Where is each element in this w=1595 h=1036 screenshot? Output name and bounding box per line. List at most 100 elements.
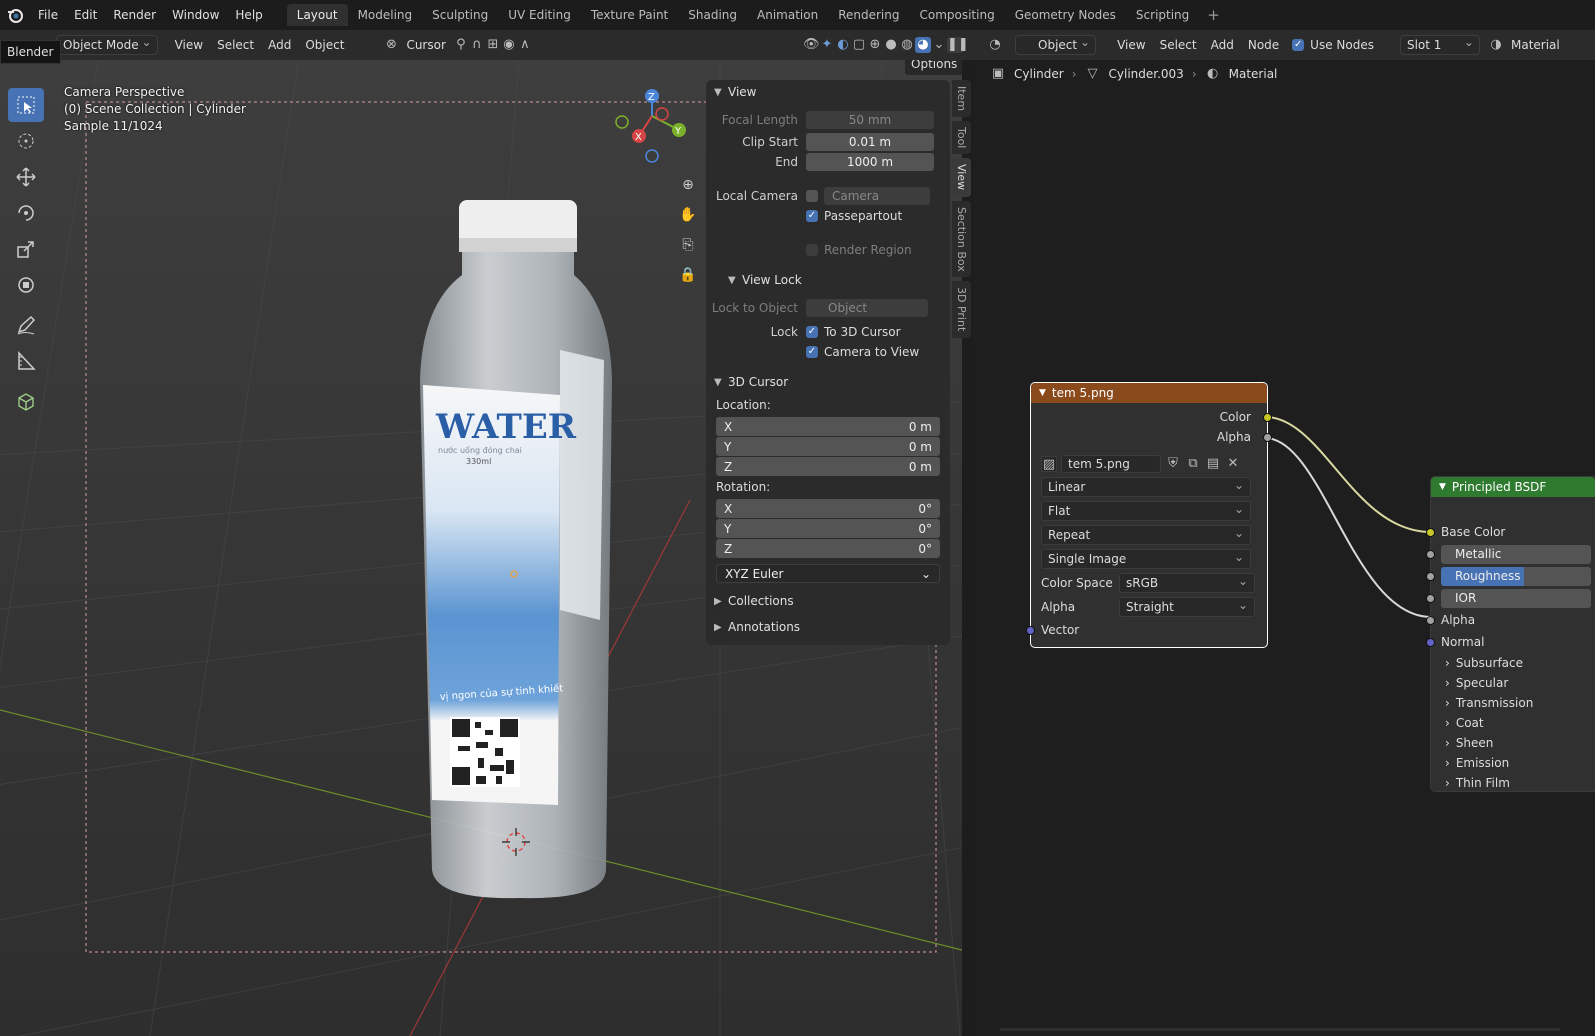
metallic-slider[interactable]: Metallic xyxy=(1441,544,1591,564)
add-workspace-button[interactable]: + xyxy=(1199,6,1228,24)
cursor-location-z[interactable]: Z 0 m xyxy=(716,457,940,476)
gizmo-toggle-icon[interactable]: ✦ xyxy=(819,37,835,53)
mode-dropdown[interactable]: Object Mode xyxy=(56,35,158,55)
shading-options-icon[interactable]: ⌄ xyxy=(931,37,947,53)
node-menu-add[interactable]: Add xyxy=(1204,36,1241,54)
unlink-close-icon[interactable]: ✕ xyxy=(1225,456,1241,472)
tab-texture-paint[interactable]: Texture Paint xyxy=(581,4,678,26)
shading-rendered-icon[interactable]: ◕ xyxy=(915,37,931,53)
tab-animation[interactable]: Animation xyxy=(747,4,828,26)
alpha-input-socket[interactable] xyxy=(1426,615,1435,625)
alpha-mode-dropdown[interactable]: Straight xyxy=(1119,596,1255,617)
navigation-gizmo[interactable]: Z Y X xyxy=(612,86,692,166)
shading-wireframe-icon[interactable]: ⊕ xyxy=(867,37,883,53)
to-3d-cursor-checkbox[interactable]: ✓ xyxy=(806,326,818,338)
image-texture-node[interactable]: ▼ tem 5.png Color Alpha ▨ tem 5.png ⛨ ⧉ ▤… xyxy=(1026,382,1272,648)
cursor-tool[interactable] xyxy=(8,124,44,158)
sidebar-tab-tool[interactable]: Tool xyxy=(952,121,971,155)
measure-tool[interactable] xyxy=(8,344,44,378)
panel-subsurface[interactable]: › Subsurface xyxy=(1431,653,1595,673)
use-nodes-checkbox[interactable]: ✓ xyxy=(1292,39,1305,51)
rotation-mode-dropdown[interactable]: XYZ Euler ⌄ xyxy=(716,564,940,583)
tab-compositing[interactable]: Compositing xyxy=(909,4,1004,26)
menu-object[interactable]: Object xyxy=(298,36,351,54)
scale-tool[interactable] xyxy=(8,232,44,266)
principled-bsdf-node[interactable]: ▼ Principled BSDF Base Color Metallic Rou… xyxy=(1426,476,1595,793)
color-space-dropdown[interactable]: sRGB xyxy=(1119,572,1255,593)
editor-type-icon[interactable]: ◔ xyxy=(987,37,1003,53)
snap-icon[interactable]: ⚲ xyxy=(453,37,469,53)
image-name-field[interactable]: tem 5.png xyxy=(1061,455,1161,473)
passepartout-checkbox[interactable]: ✓ xyxy=(806,210,818,222)
section-annotations-header[interactable]: ▶ Annotations xyxy=(706,615,950,639)
magnet-icon[interactable]: ∩ xyxy=(469,37,485,53)
image-node-header[interactable]: ▼ tem 5.png xyxy=(1031,383,1267,403)
menu-help[interactable]: Help xyxy=(227,0,270,30)
panel-thin-film[interactable]: › Thin Film xyxy=(1431,773,1595,793)
pivot-dropdown[interactable]: Cursor xyxy=(399,36,452,54)
lock-icon[interactable]: 🔒 xyxy=(678,260,698,290)
node-menu-select[interactable]: Select xyxy=(1153,36,1204,54)
sidebar-tab-item[interactable]: Item xyxy=(952,80,971,118)
lock-object-field[interactable]: Object xyxy=(806,299,928,317)
node-menu-view[interactable]: View xyxy=(1110,36,1152,54)
pause-icon[interactable]: ❚❚ xyxy=(947,37,969,53)
metallic-socket[interactable] xyxy=(1426,549,1435,559)
clip-start-field[interactable]: 0.01 m xyxy=(806,133,934,151)
cursor-rotation-z[interactable]: Z 0° xyxy=(716,539,940,558)
sidebar-tab-3d-print[interactable]: 3D Print xyxy=(952,281,971,338)
material-sphere-icon[interactable]: ◑ xyxy=(1488,37,1504,53)
visibility-icon[interactable]: 👁 xyxy=(803,37,820,53)
menu-view[interactable]: View xyxy=(168,36,210,54)
annotate-tool[interactable] xyxy=(8,308,44,342)
base-color-socket[interactable] xyxy=(1426,527,1435,537)
tab-shading[interactable]: Shading xyxy=(678,4,747,26)
image-browse-icon[interactable]: ▨ xyxy=(1041,456,1057,472)
cursor-location-y[interactable]: Y 0 m xyxy=(716,437,940,456)
pack-icon[interactable]: ▤ xyxy=(1205,456,1221,472)
sidebar-tab-section-box[interactable]: Section Box xyxy=(952,200,971,278)
fake-user-shield-icon[interactable]: ⛨ xyxy=(1165,456,1181,472)
section-collections-header[interactable]: ▶ Collections xyxy=(706,589,950,613)
focal-length-field[interactable]: 50 mm xyxy=(806,111,934,129)
duplicate-icon[interactable]: ⧉ xyxy=(1185,456,1201,472)
menu-edit[interactable]: Edit xyxy=(66,0,105,30)
projection-dropdown[interactable]: Flat xyxy=(1041,500,1251,521)
roughness-slider[interactable]: Roughness xyxy=(1441,566,1591,586)
menu-window[interactable]: Window xyxy=(164,0,227,30)
tab-layout[interactable]: Layout xyxy=(286,4,348,26)
section-view-header[interactable]: ▼ View xyxy=(706,80,950,104)
panel-specular[interactable]: › Specular xyxy=(1431,673,1595,693)
overlay-toggle-icon[interactable]: ◐ xyxy=(835,37,851,53)
interpolation-dropdown[interactable]: Linear xyxy=(1041,476,1251,497)
move-tool[interactable] xyxy=(8,160,44,194)
tab-modeling[interactable]: Modeling xyxy=(348,4,423,26)
xray-icon[interactable]: ▢ xyxy=(851,37,867,53)
menu-file[interactable]: File xyxy=(30,0,66,30)
node-menu-node[interactable]: Node xyxy=(1241,36,1286,54)
tab-rendering[interactable]: Rendering xyxy=(828,4,909,26)
camera-field[interactable]: Camera xyxy=(824,187,930,205)
menu-add[interactable]: Add xyxy=(261,36,298,54)
cursor-rotation-x[interactable]: X 0° xyxy=(716,499,940,518)
material-label[interactable]: Material xyxy=(1504,36,1567,54)
pan-hand-icon[interactable]: ✋ xyxy=(678,200,698,230)
options-dropdown[interactable]: Options xyxy=(904,60,962,76)
color-output-socket[interactable] xyxy=(1263,412,1272,422)
cursor-location-x[interactable]: X 0 m xyxy=(716,417,940,436)
vector-input-socket[interactable] xyxy=(1026,625,1035,635)
tab-geometry-nodes[interactable]: Geometry Nodes xyxy=(1005,4,1126,26)
panel-emission[interactable]: › Emission xyxy=(1431,753,1595,773)
ior-slider[interactable]: IOR xyxy=(1441,588,1591,608)
section-view-lock-header[interactable]: ▼ View Lock xyxy=(706,268,950,292)
select-box-tool[interactable] xyxy=(8,88,44,122)
blender-logo-icon[interactable] xyxy=(0,0,30,30)
camera-to-view-checkbox[interactable]: ✓ xyxy=(806,346,818,358)
camera-view-icon[interactable]: ⎘ xyxy=(678,230,698,260)
proportional-edit-icon[interactable]: ◉ xyxy=(501,37,517,53)
transform-tool[interactable] xyxy=(8,268,44,302)
render-region-checkbox[interactable] xyxy=(806,244,818,256)
object-type-dropdown[interactable]: Object xyxy=(1015,35,1097,55)
panel-coat[interactable]: › Coat xyxy=(1431,713,1595,733)
bsdf-node-header[interactable]: ▼ Principled BSDF xyxy=(1431,477,1595,497)
